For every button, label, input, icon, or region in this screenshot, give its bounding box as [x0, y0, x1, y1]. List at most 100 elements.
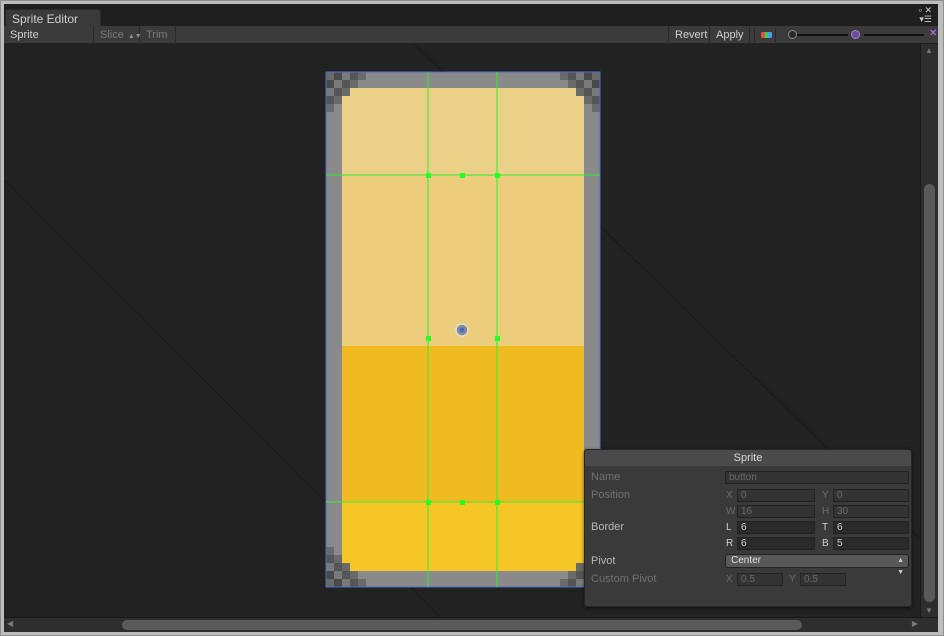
transparent-pixel — [576, 72, 584, 80]
mip-max-icon: ✕ — [929, 28, 938, 39]
custom-y-field[interactable]: 0.5 — [800, 573, 846, 586]
custom-x-field[interactable]: 0.5 — [737, 573, 783, 586]
transparent-pixel — [592, 80, 600, 88]
transparent-pixel — [326, 563, 334, 571]
pos-h-label: H — [822, 506, 830, 517]
transparent-pixel — [334, 571, 342, 579]
zoom-slider-track[interactable] — [792, 34, 848, 36]
horizontal-scrollbar[interactable]: ◀ ▶ — [4, 617, 938, 632]
vertical-scroll-thumb[interactable] — [924, 184, 935, 602]
custom-pivot-label: Custom Pivot — [591, 573, 657, 585]
transparent-pixel — [584, 72, 592, 80]
border-t-field[interactable]: 6 — [833, 521, 909, 534]
transparent-pixel — [568, 579, 576, 587]
pos-h-field[interactable]: 30 — [833, 505, 909, 518]
transparent-pixel — [560, 579, 568, 587]
apply-button[interactable]: Apply — [710, 26, 750, 44]
trim-button[interactable]: Trim — [140, 26, 176, 44]
mip-slider-track[interactable] — [864, 34, 924, 36]
pivot-handle[interactable] — [455, 323, 469, 337]
transparent-pixel — [350, 80, 358, 88]
pos-w-label: W — [726, 506, 736, 517]
transparent-pixel — [350, 72, 358, 80]
border-r-field[interactable]: 6 — [737, 537, 815, 550]
transparent-pixel — [342, 579, 350, 587]
name-field[interactable]: button — [725, 471, 909, 484]
transparent-pixel — [334, 96, 342, 104]
transparent-pixel — [568, 571, 576, 579]
horizontal-scroll-thumb[interactable] — [122, 620, 802, 630]
slice-dropdown[interactable]: Slice ▲▼ — [94, 26, 142, 44]
pivot-label: Pivot — [591, 555, 616, 567]
border-b-label: B — [822, 538, 829, 549]
transparent-pixel — [326, 571, 334, 579]
pos-y-label: Y — [822, 490, 829, 501]
scroll-up-icon[interactable]: ▲ — [925, 46, 933, 55]
scroll-right-icon[interactable]: ▶ — [912, 619, 918, 628]
transparent-pixel — [350, 571, 358, 579]
toolbar: Sprite Editor▲▼ Slice▲▼ Trim Revert Appl… — [4, 26, 938, 59]
pos-x-field[interactable]: 0 — [737, 489, 815, 502]
pos-y-field[interactable]: 0 — [833, 489, 909, 502]
transparent-pixel — [334, 563, 342, 571]
transparent-pixel — [334, 72, 342, 80]
menu-icon[interactable]: ▾☰ — [910, 15, 932, 24]
scroll-down-icon[interactable]: ▼ — [925, 606, 933, 615]
transparent-pixel — [568, 80, 576, 88]
transparent-pixel — [576, 80, 584, 88]
transparent-pixel — [576, 563, 584, 571]
zoom-slider-thumb[interactable] — [788, 30, 797, 39]
sprite-inspector-panel: Sprite Name button Position X 0 Y 0 W 16… — [584, 449, 912, 607]
position-label: Position — [591, 489, 631, 501]
mip-level-icon — [851, 30, 860, 39]
dropdown-arrows-icon: ▲▼ — [897, 557, 904, 576]
transparent-pixel — [576, 571, 584, 579]
pivot-dropdown-value: Center — [731, 555, 762, 566]
slice-label: Slice — [100, 29, 124, 41]
border-l-field[interactable]: 6 — [737, 521, 815, 534]
border-r-label: R — [726, 538, 734, 549]
transparent-pixel — [342, 80, 350, 88]
transparent-pixel — [358, 579, 366, 587]
transparent-pixel — [326, 555, 334, 563]
transparent-pixel — [334, 555, 342, 563]
transparent-pixel — [334, 579, 342, 587]
pos-x-label: X — [726, 490, 733, 501]
rgb-channels-icon — [761, 32, 772, 38]
transparent-pixel — [568, 72, 576, 80]
revert-button[interactable]: Revert — [668, 26, 710, 44]
transparent-pixel — [592, 72, 600, 80]
transparent-pixel — [342, 563, 350, 571]
pos-w-field[interactable]: 16 — [737, 505, 815, 518]
transparent-pixel — [326, 579, 334, 587]
transparent-pixel — [342, 571, 350, 579]
transparent-pixel — [592, 96, 600, 104]
rgb-channels-button[interactable] — [754, 28, 776, 42]
border-b-field[interactable]: 5 — [833, 537, 909, 550]
name-label: Name — [591, 471, 621, 483]
vertical-scrollbar[interactable]: ▲ ▼ — [920, 44, 938, 617]
scroll-left-icon[interactable]: ◀ — [7, 619, 13, 628]
border-label: Border — [591, 521, 625, 533]
transparent-pixel — [584, 88, 592, 96]
transparent-pixel — [342, 72, 350, 80]
transparent-pixel — [326, 88, 334, 96]
pivot-dropdown[interactable]: Center ▲ ▼ — [725, 554, 909, 576]
transparent-pixel — [342, 88, 350, 96]
transparent-pixel — [326, 547, 334, 555]
panel-title: Sprite — [585, 450, 911, 466]
transparent-pixel — [334, 88, 342, 96]
transparent-pixel — [326, 104, 334, 112]
custom-x-label: X — [726, 574, 733, 585]
border-t-label: T — [822, 522, 829, 533]
transparent-pixel — [576, 88, 584, 96]
transparent-pixel — [326, 72, 334, 80]
window-controls: ▫ ✕ ▾☰ — [910, 6, 932, 26]
transparent-pixel — [350, 579, 358, 587]
tab-bar: Sprite Editor ▫ ✕ ▾☰ — [4, 4, 938, 27]
border-l-label: L — [726, 522, 732, 533]
transparent-pixel — [584, 96, 592, 104]
mode-dropdown[interactable]: Sprite Editor▲▼ — [4, 26, 94, 59]
tab-sprite-editor[interactable]: Sprite Editor — [5, 9, 101, 27]
sprite-editor-window: Sprite Editor ▫ ✕ ▾☰ Sprite Editor▲▼ Sli… — [0, 0, 944, 636]
